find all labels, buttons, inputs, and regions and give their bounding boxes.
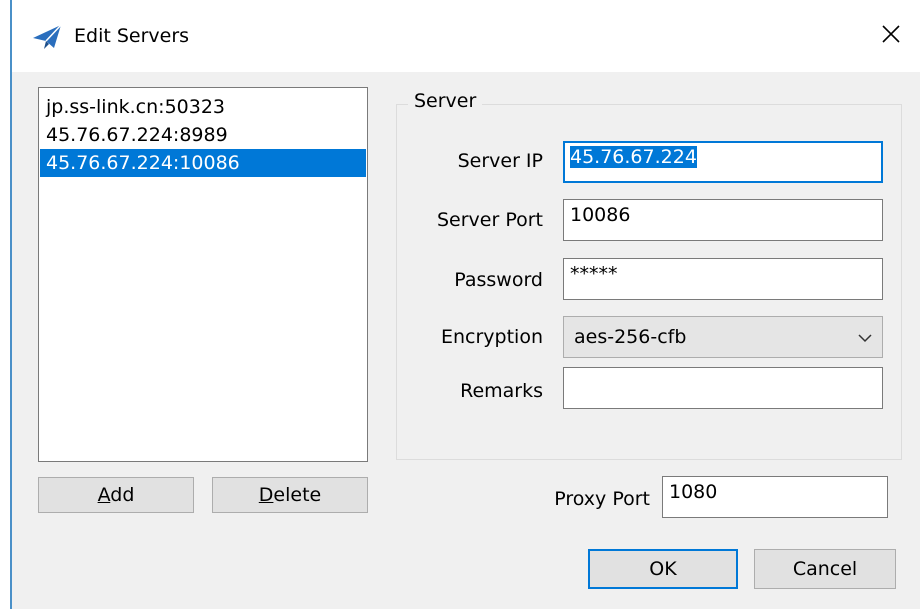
remarks-field[interactable] — [563, 367, 883, 409]
encryption-label: Encryption — [440, 326, 543, 348]
close-icon — [881, 24, 901, 49]
server-list-item[interactable]: jp.ss-link.cn:50323 — [40, 93, 366, 121]
ok-button-label: OK — [649, 558, 677, 580]
encryption-select[interactable]: aes-256-cfb — [563, 316, 883, 358]
server-list-item-selected[interactable]: 45.76.67.224:10086 — [40, 149, 366, 177]
delete-label-rest: elete — [273, 484, 322, 506]
cancel-button[interactable]: Cancel — [754, 549, 896, 589]
server-ip-field[interactable]: 45.76.67.224 — [563, 141, 883, 183]
window-title: Edit Servers — [74, 25, 190, 47]
paper-plane-icon — [32, 24, 62, 50]
server-port-value: 10086 — [570, 204, 631, 226]
proxy-port-label: Proxy Port — [554, 488, 650, 510]
ok-button[interactable]: OK — [588, 549, 738, 589]
server-port-label: Server Port — [436, 209, 543, 231]
chevron-down-icon — [858, 326, 872, 348]
add-label-rest: dd — [110, 484, 135, 506]
password-value: ***** — [570, 263, 618, 285]
server-ip-label: Server IP — [457, 150, 543, 172]
encryption-value: aes-256-cfb — [574, 326, 687, 348]
server-group-legend: Server — [408, 90, 483, 112]
window-border — [10, 0, 12, 609]
remarks-label: Remarks — [460, 380, 543, 402]
server-list[interactable]: jp.ss-link.cn:50323 45.76.67.224:8989 45… — [38, 87, 368, 462]
close-button[interactable] — [870, 16, 912, 56]
add-button[interactable]: Add — [38, 477, 194, 513]
server-port-field[interactable]: 10086 — [563, 199, 883, 241]
add-button-label: Add — [98, 484, 135, 506]
delete-accelerator: D — [258, 484, 274, 506]
proxy-port-value: 1080 — [669, 481, 718, 503]
password-label: Password — [454, 269, 543, 291]
delete-button[interactable]: Delete — [212, 477, 368, 513]
proxy-port-field[interactable]: 1080 — [662, 476, 888, 518]
background-window-edge — [0, 0, 10, 609]
server-list-item[interactable]: 45.76.67.224:8989 — [40, 121, 366, 149]
password-field[interactable]: ***** — [563, 258, 883, 300]
delete-button-label: Delete — [259, 484, 321, 506]
cancel-button-label: Cancel — [792, 558, 858, 580]
add-accelerator: A — [97, 484, 111, 506]
server-ip-value: 45.76.67.224 — [570, 146, 697, 168]
title-bar: Edit Servers — [12, 0, 920, 72]
